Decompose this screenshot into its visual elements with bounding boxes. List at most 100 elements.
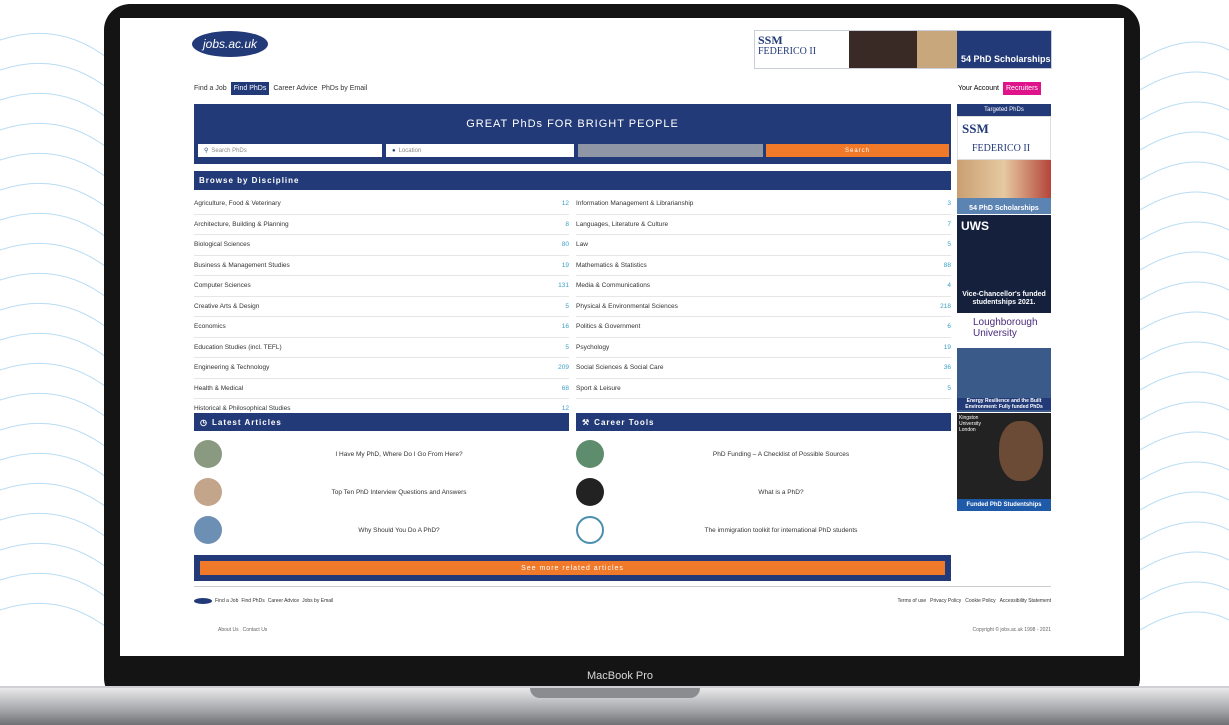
discipline-row[interactable]: Health & Medical 68 <box>194 379 569 399</box>
footer-link[interactable]: Find PhDs <box>241 598 264 604</box>
article-title[interactable]: PhD Funding – A Checklist of Possible So… <box>614 451 948 458</box>
nav-career-advice[interactable]: Career Advice <box>273 85 317 92</box>
your-account-link[interactable]: Your Account <box>958 85 999 92</box>
browse-discipline-header: Browse by Discipline <box>194 171 951 190</box>
discipline-name[interactable]: Health & Medical <box>194 385 243 392</box>
discipline-name[interactable]: Media & Communications <box>576 282 650 289</box>
discipline-name[interactable]: Social Sciences & Social Care <box>576 364 663 371</box>
discipline-name[interactable]: Architecture, Building & Planning <box>194 221 289 228</box>
article-title[interactable]: I Have My PhD, Where Do I Go From Here? <box>232 451 566 458</box>
nav-find-phds[interactable]: Find PhDs <box>230 82 270 95</box>
see-more-bar: See more related articles <box>194 555 951 581</box>
discipline-row[interactable]: Law 5 <box>576 235 951 256</box>
discipline-count: 19 <box>561 261 569 269</box>
discipline-name[interactable]: Mathematics & Statistics <box>576 262 647 269</box>
article-item[interactable]: Why Should You Do A PhD? <box>194 515 566 545</box>
top-ad-brand: SSM FEDERICO II <box>755 31 849 68</box>
site-logo[interactable]: jobs.ac.uk <box>192 31 268 57</box>
article-item[interactable]: I Have My PhD, Where Do I Go From Here? <box>194 439 566 469</box>
article-item[interactable]: PhD Funding – A Checklist of Possible So… <box>576 439 948 469</box>
footer-link[interactable]: Terms of use <box>898 598 927 604</box>
article-thumbnail <box>194 516 222 544</box>
discipline-name[interactable]: Historical & Philosophical Studies <box>194 405 290 412</box>
discipline-row[interactable]: Education Studies (incl. TEFL) 5 <box>194 338 569 358</box>
article-thumbnail <box>194 440 222 468</box>
footer-link[interactable]: Accessibility Statement <box>1000 598 1051 604</box>
discipline-row[interactable]: Agriculture, Food & Veterinary 12 <box>194 194 569 215</box>
article-item[interactable]: Top Ten PhD Interview Questions and Answ… <box>194 477 566 507</box>
article-thumbnail <box>576 516 604 544</box>
sidebar-ad-loughborough[interactable]: Loughborough University Energy Resilienc… <box>957 314 1051 413</box>
footer-link[interactable]: Find a Job <box>215 598 238 604</box>
discipline-row[interactable]: Psychology 19 <box>576 338 951 358</box>
discipline-name[interactable]: Politics & Government <box>576 323 640 330</box>
discipline-row[interactable]: Languages, Literature & Culture 7 <box>576 215 951 235</box>
footer-link[interactable]: About Us <box>218 627 239 633</box>
footer-link[interactable]: Privacy Policy <box>930 598 961 604</box>
nav-find-a-job[interactable]: Find a Job <box>194 85 227 92</box>
discipline-name[interactable]: Economics <box>194 323 226 330</box>
discipline-row[interactable]: Computer Sciences 131 <box>194 276 569 297</box>
account-nav: Your Account Recruiters <box>958 82 1041 95</box>
discipline-select[interactable] <box>578 144 763 157</box>
top-ad-photo <box>917 31 957 68</box>
discipline-name[interactable]: Biological Sciences <box>194 241 250 248</box>
article-title[interactable]: Top Ten PhD Interview Questions and Answ… <box>232 489 566 496</box>
discipline-name[interactable]: Business & Management Studies <box>194 262 290 269</box>
discipline-row[interactable]: Biological Sciences 80 <box>194 235 569 256</box>
footer-link[interactable]: Career Advice <box>268 598 299 604</box>
sidebar-header: Targeted PhDs <box>957 104 1051 116</box>
recruiters-button[interactable]: Recruiters <box>1003 82 1041 95</box>
discipline-row[interactable]: Business & Management Studies 19 <box>194 256 569 276</box>
discipline-row[interactable]: Information Management & Librarianship 3 <box>576 194 951 215</box>
discipline-row[interactable]: Engineering & Technology 209 <box>194 358 569 379</box>
laptop-screen: jobs.ac.uk SSM FEDERICO II 54 PhD Schola… <box>120 18 1124 656</box>
discipline-name[interactable]: Physical & Environmental Sciences <box>576 303 678 310</box>
discipline-row[interactable]: Economics 16 <box>194 317 569 338</box>
laptop-notch <box>530 688 700 698</box>
discipline-row[interactable]: Mathematics & Statistics 88 <box>576 256 951 276</box>
footer-logo[interactable] <box>194 598 212 604</box>
footer-link[interactable]: Cookie Policy <box>965 598 995 604</box>
article-item[interactable]: The immigration toolkit for internationa… <box>576 515 948 545</box>
nav-phds-by-email[interactable]: PhDs by Email <box>321 85 367 92</box>
search-button[interactable]: Search <box>766 144 949 157</box>
discipline-name[interactable]: Information Management & Librarianship <box>576 200 693 207</box>
top-banner-ad[interactable]: SSM FEDERICO II 54 PhD Scholarships <box>754 30 1052 69</box>
discipline-name[interactable]: Computer Sciences <box>194 282 251 289</box>
discipline-row[interactable]: Politics & Government 6 <box>576 317 951 338</box>
discipline-name[interactable]: Psychology <box>576 344 609 351</box>
footer-bottom-links: About Us Contact Us <box>218 627 267 633</box>
discipline-count: 7 <box>947 220 951 228</box>
article-item[interactable]: What is a PhD? <box>576 477 948 507</box>
article-title[interactable]: Why Should You Do A PhD? <box>232 527 566 534</box>
sidebar-ad-kingston[interactable]: Kingston University London Funded PhD St… <box>957 413 1051 512</box>
footer-link[interactable]: Jobs by Email <box>302 598 333 604</box>
discipline-name[interactable]: Education Studies (incl. TEFL) <box>194 344 282 351</box>
see-more-button[interactable]: See more related articles <box>200 561 945 575</box>
discipline-name[interactable]: Engineering & Technology <box>194 364 269 371</box>
search-input[interactable]: ⚲ Search PhDs <box>198 144 382 157</box>
footer-link[interactable]: Contact Us <box>243 627 268 633</box>
discipline-row[interactable]: Sport & Leisure 5 <box>576 379 951 399</box>
discipline-name[interactable]: Creative Arts & Design <box>194 303 259 310</box>
article-title[interactable]: The immigration toolkit for internationa… <box>614 527 948 534</box>
discipline-row[interactable]: Social Sciences & Social Care 36 <box>576 358 951 379</box>
discipline-row[interactable]: Media & Communications 4 <box>576 276 951 297</box>
sidebar-ad-scholarships[interactable]: 54 PhD Scholarships <box>957 160 1051 215</box>
location-input[interactable]: ● Location <box>386 144 574 157</box>
article-title[interactable]: What is a PhD? <box>614 489 948 496</box>
discipline-name[interactable]: Sport & Leisure <box>576 385 621 392</box>
ad-photo <box>999 421 1043 481</box>
discipline-count: 131 <box>558 282 569 290</box>
discipline-name[interactable]: Law <box>576 241 588 248</box>
sidebar-ad-uws[interactable]: UWS Vice-Chancellor's funded studentship… <box>957 215 1051 314</box>
discipline-name[interactable]: Agriculture, Food & Veterinary <box>194 200 281 207</box>
sidebar-ad-ssm[interactable]: SSM FEDERICO II <box>957 116 1051 160</box>
footer-links: Find a Job Find PhDs Career Advice Jobs … <box>194 598 333 604</box>
discipline-row[interactable]: Creative Arts & Design 5 <box>194 297 569 317</box>
device-label: MacBook Pro <box>586 670 654 682</box>
discipline-row[interactable]: Architecture, Building & Planning 8 <box>194 215 569 235</box>
discipline-row[interactable]: Physical & Environmental Sciences 218 <box>576 297 951 317</box>
discipline-name[interactable]: Languages, Literature & Culture <box>576 221 668 228</box>
